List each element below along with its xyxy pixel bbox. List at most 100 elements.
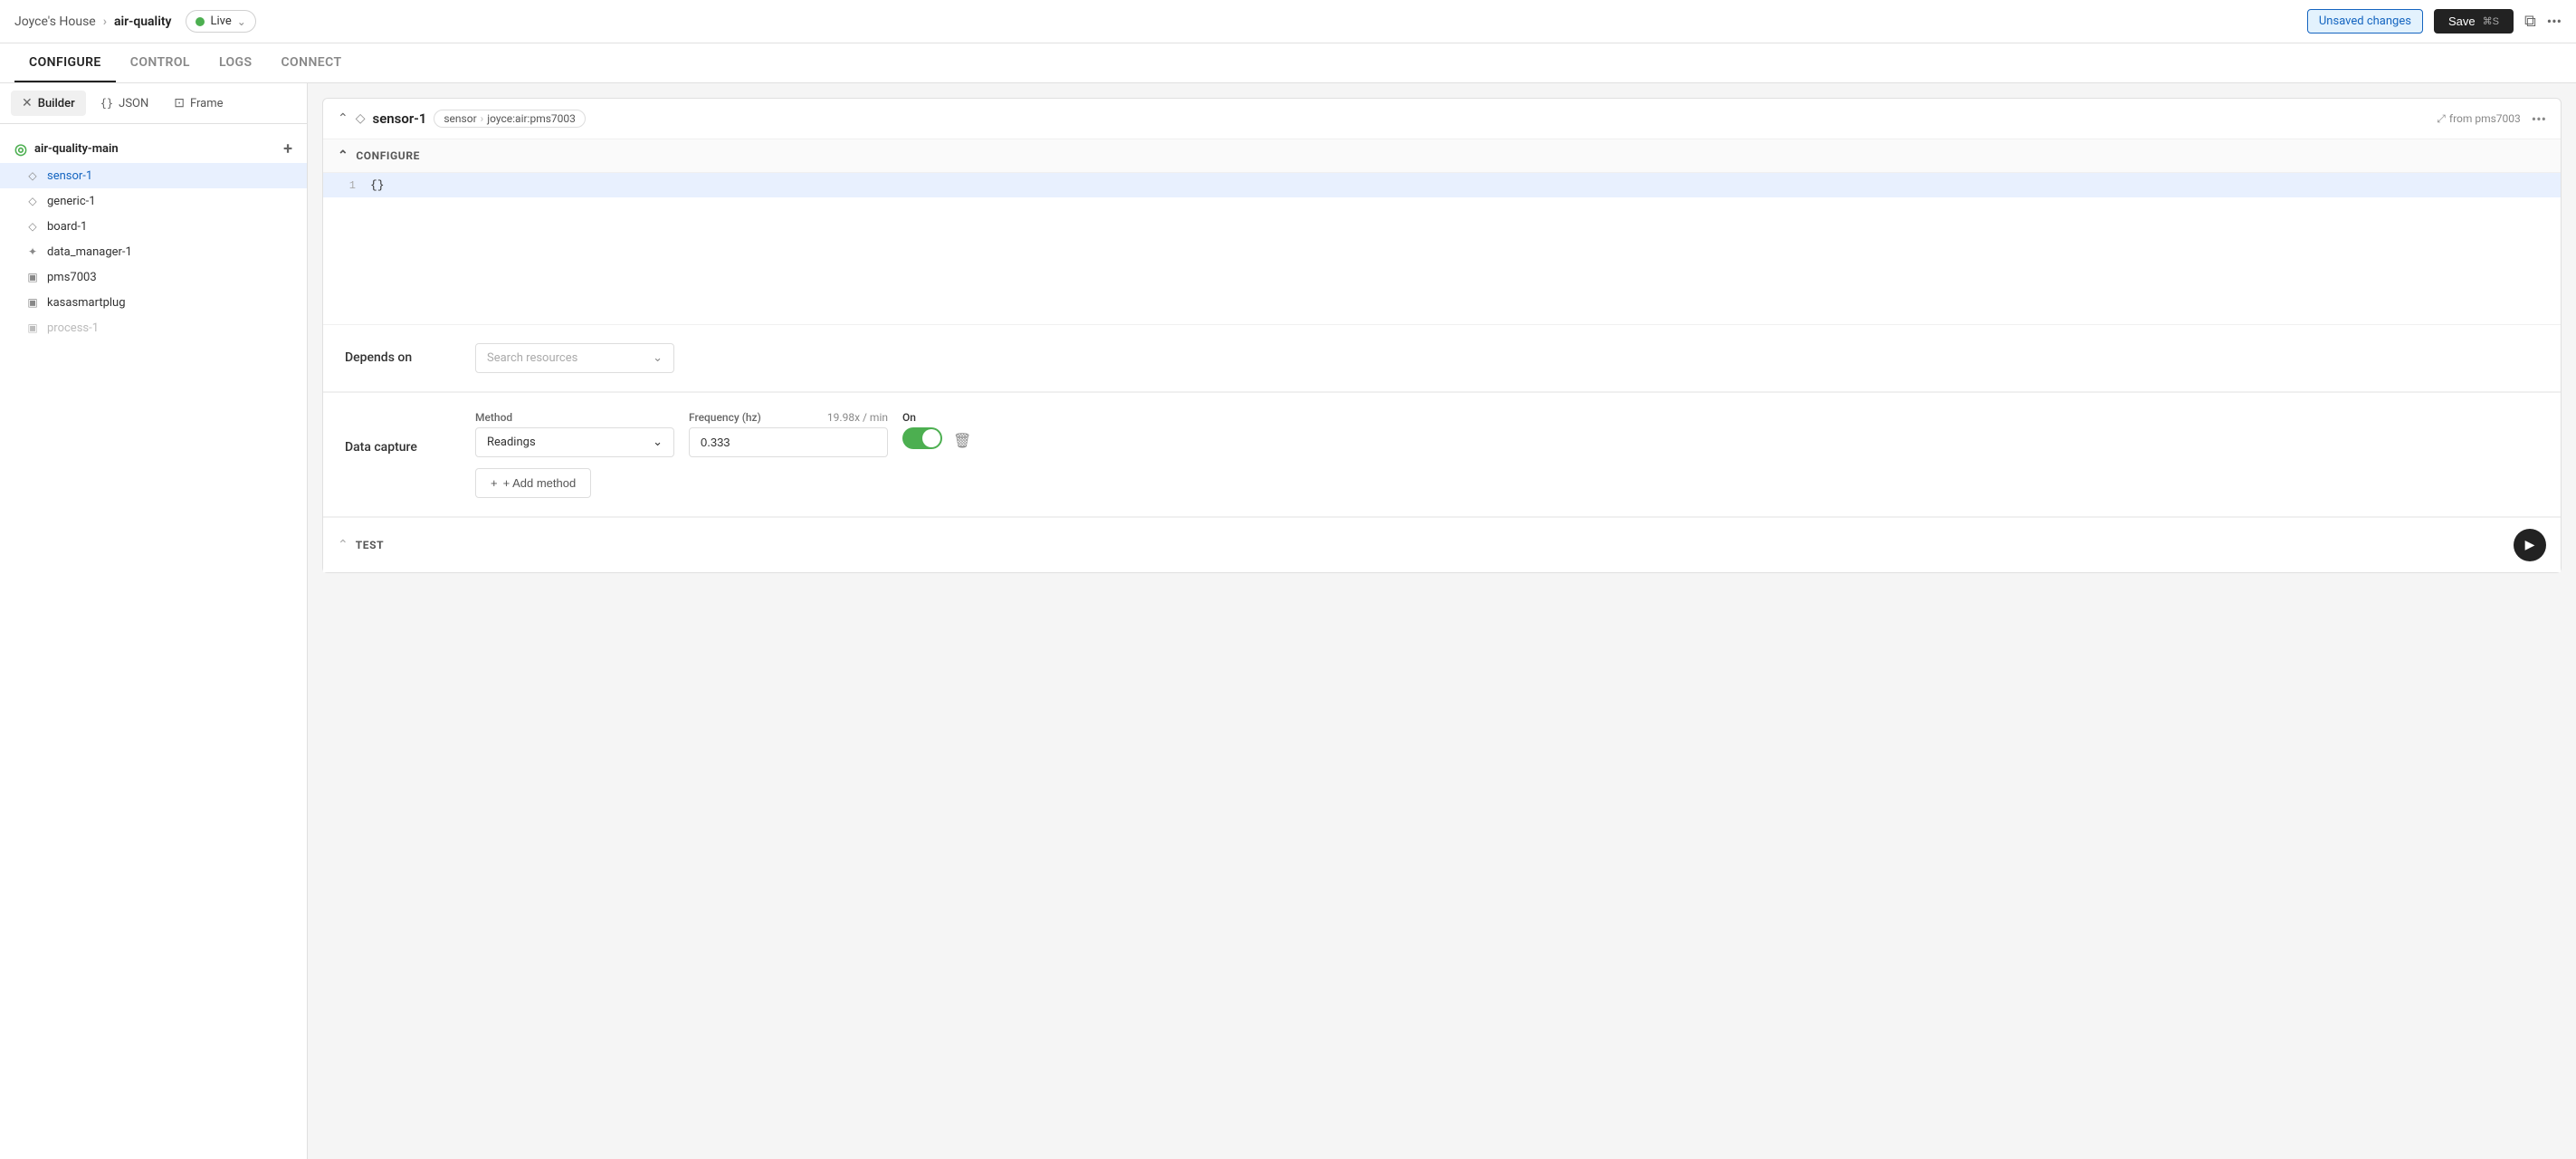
frequency-input[interactable] [689,427,888,457]
on-toggle[interactable] [902,427,942,449]
toggle-row: 🗑 [902,427,971,449]
sidebar-item-generic-1[interactable]: ◇ generic-1 [0,188,307,214]
configure-label: CONFIGURE [356,149,420,162]
test-collapse-icon: ⌃ [338,538,348,552]
main-layout: ✕ Builder {} JSON ⊡ Frame ◎ air-quality-… [0,83,2576,1159]
line-number: 1 [338,179,356,192]
sidebar-item-sensor-1[interactable]: ◇ sensor-1 [0,163,307,188]
dropdown-chevron-icon: ⌄ [653,351,663,365]
method-group: Method Readings ⌄ [475,411,674,457]
method-chevron-icon: ⌄ [653,436,663,449]
resize-icon: ⤢ [2437,112,2446,126]
breadcrumb-home[interactable]: Joyce's House [14,14,96,29]
save-button[interactable]: Save ⌘S [2434,9,2514,34]
on-group: On 🗑 [902,411,971,449]
frequency-header: Frequency (hz) 19.98x / min [689,411,888,424]
frequency-label: Frequency (hz) [689,411,761,424]
sensor-diamond-icon: ◇ [356,111,366,126]
add-icon: + [491,476,498,490]
tab-connect[interactable]: CONNECT [266,44,356,82]
sidebar-item-kasasmartplug[interactable]: ▣ kasasmartplug [0,290,307,315]
frame-icon: ⊡ [174,96,185,110]
code-line-1: 1 {} [323,173,2561,197]
depends-on-section: Depends on Search resources ⌄ [323,324,2561,391]
sensor-card-header: ⌃ ◇ sensor-1 sensor › joyce:air:pms7003 … [323,99,2561,139]
toggle-track[interactable] [902,427,942,449]
tab-control[interactable]: CONTROL [116,44,205,82]
sidebar-item-board-1[interactable]: ◇ board-1 [0,214,307,239]
collapse-icon[interactable]: ⌃ [338,111,348,126]
sensor-title: sensor-1 [373,110,427,127]
tab-configure[interactable]: CONFIGURE [14,44,116,82]
frame-tab[interactable]: ⊡ Frame [163,91,234,116]
json-icon: {} [100,97,113,110]
config-section-header[interactable]: ⌃ CONFIGURE [323,139,2561,173]
more-options-icon[interactable]: ••• [2547,13,2562,30]
copy-icon[interactable]: ⧉ [2524,12,2536,31]
data-capture-section: Data capture Method Readings ⌄ [323,392,2561,516]
more-btn-icon[interactable]: ••• [2532,110,2546,128]
sensor-badge-type: sensor [444,112,476,125]
doc-icon-3: ▣ [25,321,40,335]
frequency-group: Frequency (hz) 19.98x / min [689,411,888,457]
builder-icon: ✕ [22,96,33,110]
delete-method-icon[interactable]: 🗑 [953,432,971,449]
sidebar-item-label: board-1 [47,220,87,234]
builder-label: Builder [38,97,75,110]
sidebar-item-process-1[interactable]: ▣ process-1 [0,315,307,340]
sidebar-item-data-manager[interactable]: ✦ data_manager-1 [0,239,307,264]
data-capture-label: Data capture [345,411,453,455]
code-spacer [323,197,2561,324]
sensor-badge-model: joyce:air:pms7003 [487,112,576,125]
diamond-icon: ◇ [25,168,40,183]
json-tab[interactable]: {} JSON [90,91,160,116]
sidebar-item-label: data_manager-1 [47,245,132,259]
add-method-label: + Add method [503,476,577,490]
search-placeholder: Search resources [487,351,577,365]
doc-icon-2: ▣ [25,295,40,310]
content-area: ⌃ ◇ sensor-1 sensor › joyce:air:pms7003 … [308,83,2576,1159]
method-row: Method Readings ⌄ Frequency (hz) 19.98x … [475,411,2539,457]
breadcrumb-separator [103,14,107,29]
config-collapse-icon: ⌃ [338,148,348,163]
add-component-icon[interactable]: + [283,141,292,158]
search-resources-dropdown[interactable]: Search resources ⌄ [475,343,674,373]
config-section: ⌃ CONFIGURE 1 {} [323,139,2561,197]
sidebar-item-label: generic-1 [47,195,96,208]
unsaved-changes-label: Unsaved changes [2307,9,2423,34]
sidebar-section-header[interactable]: ◎ air-quality-main + [0,135,307,163]
builder-tab[interactable]: ✕ Builder [11,91,86,116]
sidebar-section-title: air-quality-main [34,142,119,156]
test-section: ⌃ TEST ▶ [323,517,2561,572]
sidebar-section: ◎ air-quality-main + ◇ sensor-1 ◇ generi… [0,131,307,344]
depends-on-label: Depends on [345,343,453,365]
diamond-icon-2: ◇ [25,194,40,208]
builder-toolbar: ✕ Builder {} JSON ⊡ Frame [0,83,307,124]
live-badge[interactable]: Live [186,10,255,33]
frame-label: Frame [190,97,224,110]
method-select[interactable]: Readings ⌄ [475,427,674,457]
header-right: Unsaved changes Save ⌘S ⧉ ••• [2307,9,2562,34]
from-label: ⤢ from pms7003 [2437,112,2521,126]
add-method-button[interactable]: + + Add method [475,468,591,498]
sidebar: ◎ air-quality-main + ◇ sensor-1 ◇ generi… [0,124,307,1159]
on-label: On [902,411,916,424]
from-text: from pms7003 [2449,112,2521,125]
frequency-rate: 19.98x / min [827,411,888,424]
cross-icon: ✦ [25,244,40,259]
code-content[interactable]: {} [370,178,385,192]
tab-logs[interactable]: LOGS [205,44,267,82]
method-value: Readings [487,436,536,449]
play-icon: ▶ [2525,538,2535,552]
sidebar-item-pms7003[interactable]: ▣ pms7003 [0,264,307,290]
top-header: Joyce's House air-quality Live Unsaved c… [0,0,2576,43]
save-shortcut: ⌘S [2483,15,2499,27]
live-chevron-icon [237,15,246,28]
code-area: 1 {} [323,173,2561,197]
sensor-card: ⌃ ◇ sensor-1 sensor › joyce:air:pms7003 … [322,98,2562,573]
breadcrumb-current: air-quality [114,14,172,29]
left-panel: ✕ Builder {} JSON ⊡ Frame ◎ air-quality-… [0,83,308,1159]
test-run-button[interactable]: ▶ [2514,529,2546,561]
sidebar-item-label: process-1 [47,321,99,335]
sidebar-item-label: pms7003 [47,271,97,284]
